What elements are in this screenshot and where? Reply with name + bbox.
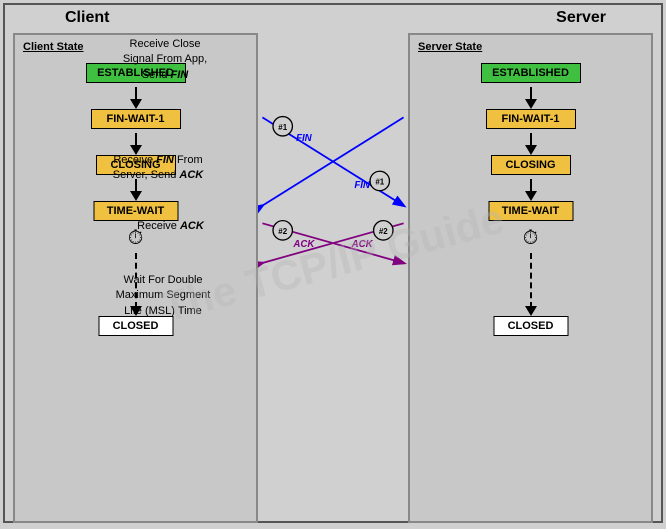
- arrowhead1-server: [525, 99, 537, 109]
- state-established-server: ESTABLISHED: [481, 63, 581, 83]
- desc-client-2: Receive FIN FromServer, Send ACK: [93, 153, 223, 184]
- svg-text:#1: #1: [375, 177, 384, 186]
- svg-text:#1: #1: [278, 123, 287, 132]
- svg-text:FIN: FIN: [354, 180, 371, 191]
- dashed1-server: [530, 253, 532, 308]
- timer-icon-server: ⏱: [519, 227, 543, 255]
- arrowhead1-client: [130, 99, 142, 109]
- state-timewait-client: TIME-WAIT: [93, 201, 178, 221]
- middle-area: Receive CloseSignal From App,Send FIN Re…: [258, 5, 408, 521]
- desc-client-4: Wait For DoubleMaximum SegmentLife (MSL)…: [98, 273, 228, 319]
- arrows-svg: #1 FIN FIN #1 #2 ACK #2 ACK: [258, 5, 408, 521]
- desc-client-1: Receive CloseSignal From App,Send FIN: [100, 37, 230, 83]
- client-header: Client: [65, 9, 109, 27]
- svg-text:ACK: ACK: [292, 239, 315, 250]
- arrowhead3-client: [130, 191, 142, 201]
- server-panel: Server State ESTABLISHED FIN-WAIT-1 CLOS…: [408, 33, 653, 523]
- server-header: Server: [556, 9, 606, 27]
- svg-text:FIN: FIN: [296, 133, 313, 144]
- client-state-label: Client State: [23, 41, 84, 53]
- server-state-label: Server State: [418, 41, 482, 53]
- state-closing-server: CLOSING: [491, 155, 571, 175]
- state-finwait1-client: FIN-WAIT-1: [91, 109, 181, 129]
- state-finwait1-server: FIN-WAIT-1: [486, 109, 576, 129]
- svg-text:ACK: ACK: [351, 239, 374, 250]
- state-timewait-server: TIME-WAIT: [488, 201, 573, 221]
- arrowhead2-server: [525, 145, 537, 155]
- main-container: Client Server Client State ESTABLISHED F…: [3, 3, 663, 523]
- svg-text:#2: #2: [379, 227, 388, 236]
- arrowhead-dashed-server: [525, 306, 537, 316]
- desc-client-3: Receive ACK: [113, 220, 228, 232]
- svg-text:#2: #2: [278, 227, 287, 236]
- arrowhead3-server: [525, 191, 537, 201]
- state-closed-server: CLOSED: [493, 316, 568, 336]
